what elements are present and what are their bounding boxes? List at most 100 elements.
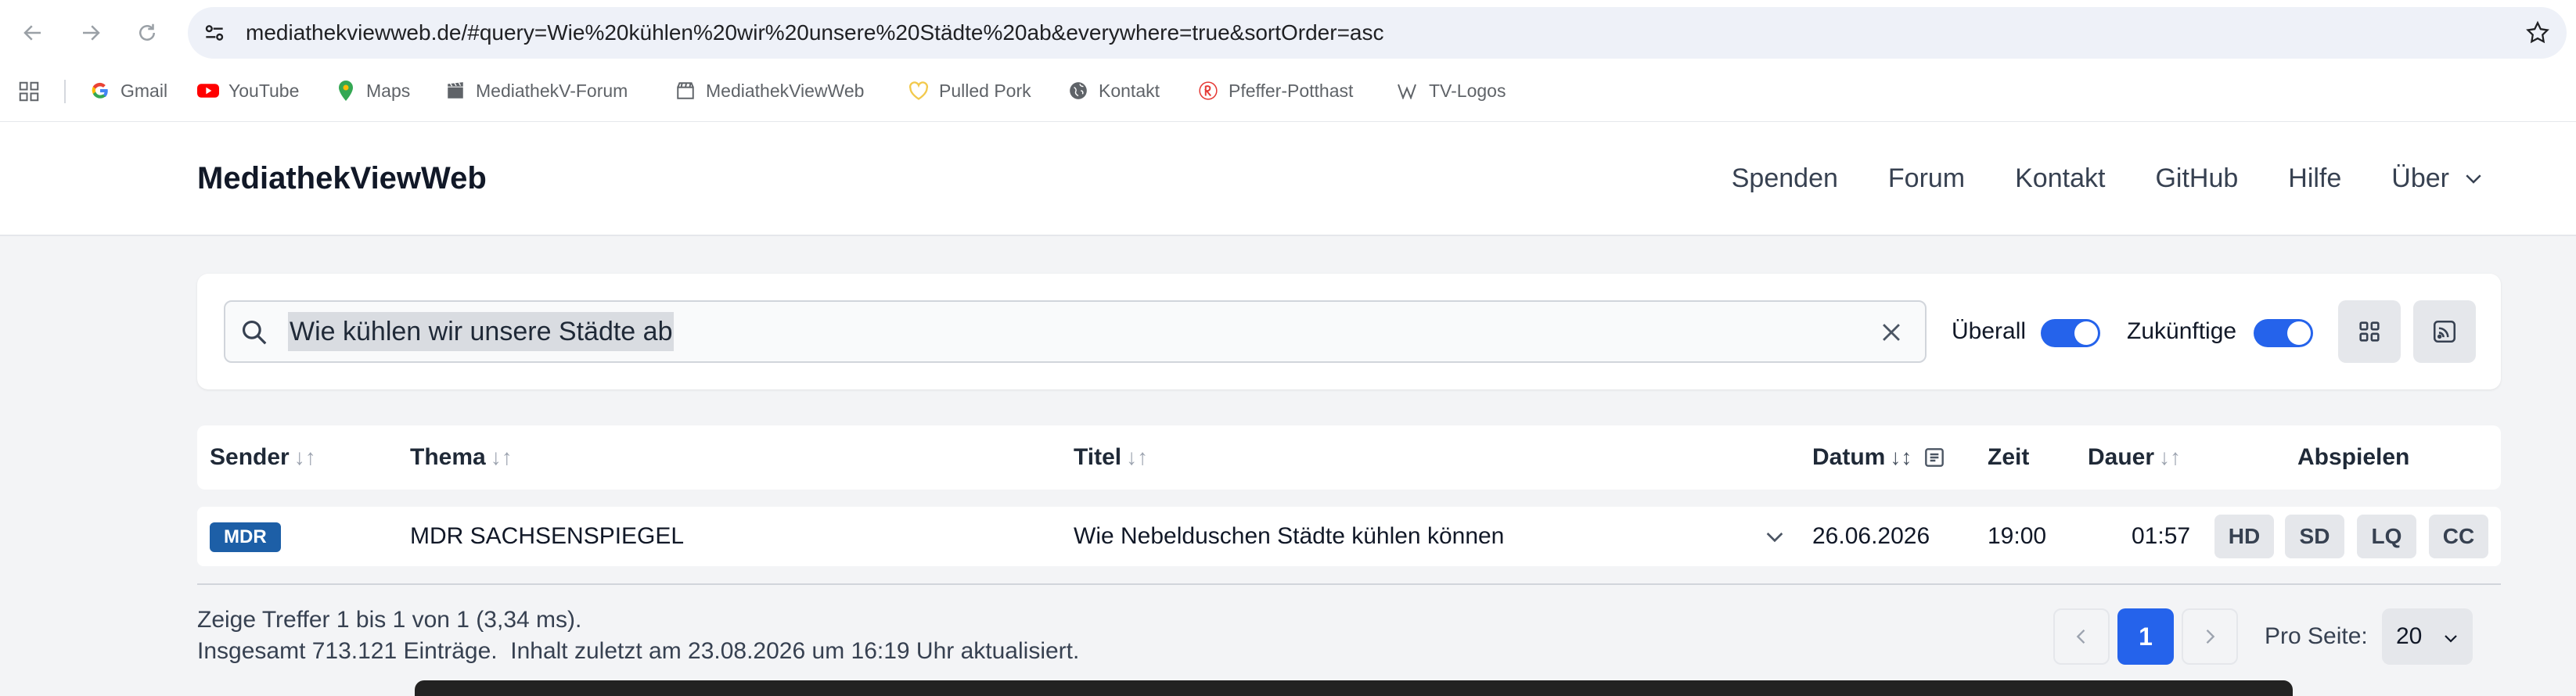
total-entries-info: Insgesamt 713.121 Einträge. Inhalt zulet… [197, 638, 1080, 664]
script-r-logo-icon [1197, 80, 1219, 102]
main-nav: Spenden Forum Kontakt GitHub Hilfe Über [1732, 122, 2485, 235]
clapperboard-icon [675, 80, 696, 102]
bookmark-label: YouTube [228, 80, 300, 101]
arrow-right-icon [83, 25, 100, 41]
bookmark-star-icon[interactable] [2524, 20, 2551, 50]
column-header-datum[interactable]: Datum ↓↕ [1812, 425, 1912, 490]
column-header-description [1922, 425, 1947, 490]
column-header-abspielen: Abspielen [2297, 425, 2409, 490]
nav-spenden[interactable]: Spenden [1732, 163, 1838, 194]
column-header-titel[interactable]: Titel ↓↑ [1074, 425, 1148, 490]
rss-icon [2433, 320, 2456, 343]
heart-outline-icon [908, 80, 930, 102]
nav-ueber[interactable]: Über [2391, 163, 2485, 194]
url-text[interactable]: mediathekviewweb.de/#query=Wie%20kühlen%… [246, 7, 1384, 59]
subtitles-cc-button[interactable]: CC [2429, 515, 2488, 558]
sort-icon: ↓↑ [490, 445, 513, 469]
toggle-everywhere[interactable] [2041, 319, 2100, 347]
forward-button[interactable] [75, 17, 106, 48]
play-lq-button[interactable]: LQ [2357, 515, 2416, 558]
nav-forum[interactable]: Forum [1888, 163, 1965, 194]
nav-github[interactable]: GitHub [2155, 163, 2238, 194]
bookmark-label: Kontakt [1099, 80, 1160, 101]
sort-ascending-icon: ↓↕ [1890, 445, 1912, 469]
grid-view-button[interactable] [2338, 300, 2401, 363]
chevron-right-icon [2206, 630, 2215, 644]
google-g-icon [89, 80, 111, 102]
reload-icon [139, 23, 155, 41]
per-page-select[interactable]: 20 [2382, 608, 2473, 665]
apps-grid-icon[interactable] [17, 80, 41, 107]
sort-icon: ↓↑ [1126, 445, 1149, 469]
column-label: Zeit [1988, 444, 2030, 470]
film-clapper-icon [444, 80, 466, 102]
sort-icon: ↓↑ [293, 445, 316, 469]
close-icon[interactable] [1878, 319, 1905, 350]
reload-button[interactable] [131, 17, 163, 48]
bookmark-maps[interactable]: Maps [335, 70, 410, 111]
bookmark-label: Maps [366, 80, 411, 101]
bookmark-label: MediathekV-Forum [476, 80, 628, 101]
column-label: Thema [410, 444, 486, 470]
wikipedia-w-icon [1398, 80, 1419, 102]
play-hd-button[interactable]: HD [2214, 515, 2274, 558]
sender-badge: MDR [210, 522, 281, 552]
bookmark-pfeffer-potthast[interactable]: Pfeffer-Potthast [1197, 70, 1353, 111]
cell-dauer: 01:57 [2132, 523, 2191, 549]
toggle-knob [2074, 321, 2098, 345]
bookmark-label: TV-Logos [1429, 80, 1506, 101]
chevron-down-icon [2445, 635, 2457, 643]
sort-icon: ↓↑ [2159, 445, 2182, 469]
arrow-left-icon [23, 25, 41, 41]
bookmark-label: Pulled Pork [939, 80, 1031, 101]
grid-icon [2359, 321, 2380, 342]
column-header-sender[interactable]: Sender ↓↑ [210, 425, 316, 490]
hits-summary: Zeige Treffer 1 bis 1 von 1 (3,34 ms). [197, 607, 582, 633]
brand-logo[interactable]: MediathekViewWeb [197, 122, 487, 235]
pagination-prev-button[interactable] [2053, 608, 2110, 665]
bookmark-mediathekviewweb[interactable]: MediathekViewWeb [675, 70, 864, 111]
chevron-left-icon [2076, 630, 2085, 644]
toggle-future[interactable] [2254, 319, 2313, 347]
app-header: MediathekViewWeb Spenden Forum Kontakt G… [0, 122, 2576, 236]
per-page-value: 20 [2396, 623, 2423, 649]
search-card: Wie kühlen wir unsere Städte ab Überall … [197, 274, 2501, 389]
results-divider [197, 583, 2501, 585]
column-label: Dauer [2088, 444, 2155, 470]
back-button[interactable] [17, 17, 49, 48]
search-query-text[interactable]: Wie kühlen wir unsere Städte ab [288, 312, 675, 351]
column-header-dauer[interactable]: Dauer ↓↑ [2088, 425, 2181, 490]
column-header-thema[interactable]: Thema ↓↑ [410, 425, 513, 490]
pagination-page-current[interactable]: 1 [2117, 608, 2174, 665]
expand-description-button[interactable] [1762, 524, 1787, 553]
nav-kontakt[interactable]: Kontakt [2015, 163, 2105, 194]
search-input[interactable]: Wie kühlen wir unsere Städte ab [224, 300, 1927, 363]
cell-datum: 26.06.2026 [1812, 523, 1930, 549]
bookmark-pulled-pork[interactable]: Pulled Pork [908, 70, 1031, 111]
bookmark-tv-logos[interactable]: TV-Logos [1398, 70, 1506, 111]
site-settings-icon[interactable] [202, 20, 227, 49]
bookmark-kontakt[interactable]: Kontakt [1067, 70, 1160, 111]
column-label: Sender [210, 444, 290, 470]
description-icon [1925, 448, 1944, 467]
column-label: Titel [1074, 444, 1122, 470]
pagination-next-button[interactable] [2182, 608, 2238, 665]
results-table-header: Sender ↓↑ Thema ↓↑ Titel ↓↑ Datum ↓↕ Zei… [197, 425, 2501, 490]
nav-ueber-label: Über [2391, 163, 2449, 193]
bookmark-mediathekv-forum[interactable]: MediathekV-Forum [444, 70, 628, 111]
toggle-future-label: Zukünftige [2127, 318, 2237, 344]
column-label: Abspielen [2297, 444, 2410, 470]
rss-feed-button[interactable] [2413, 300, 2476, 363]
overlay-bar [415, 680, 2293, 696]
play-sd-button[interactable]: SD [2285, 515, 2344, 558]
nav-hilfe[interactable]: Hilfe [2288, 163, 2341, 194]
cell-titel[interactable]: Wie Nebelduschen Städte kühlen können [1074, 507, 1504, 566]
cell-thema[interactable]: MDR SACHSENSPIEGEL [410, 507, 684, 566]
bookmark-gmail[interactable]: Gmail [89, 70, 167, 111]
table-row[interactable]: MDR MDR SACHSENSPIEGEL Wie Nebelduschen … [197, 507, 2501, 566]
address-bar[interactable]: mediathekviewweb.de/#query=Wie%20kühlen%… [188, 7, 2567, 59]
bookmark-youtube[interactable]: YouTube [197, 70, 299, 111]
per-page-label: Pro Seite: [2265, 623, 2368, 649]
cell-zeit: 19:00 [1988, 523, 2047, 549]
chevron-down-icon [1766, 533, 1783, 543]
